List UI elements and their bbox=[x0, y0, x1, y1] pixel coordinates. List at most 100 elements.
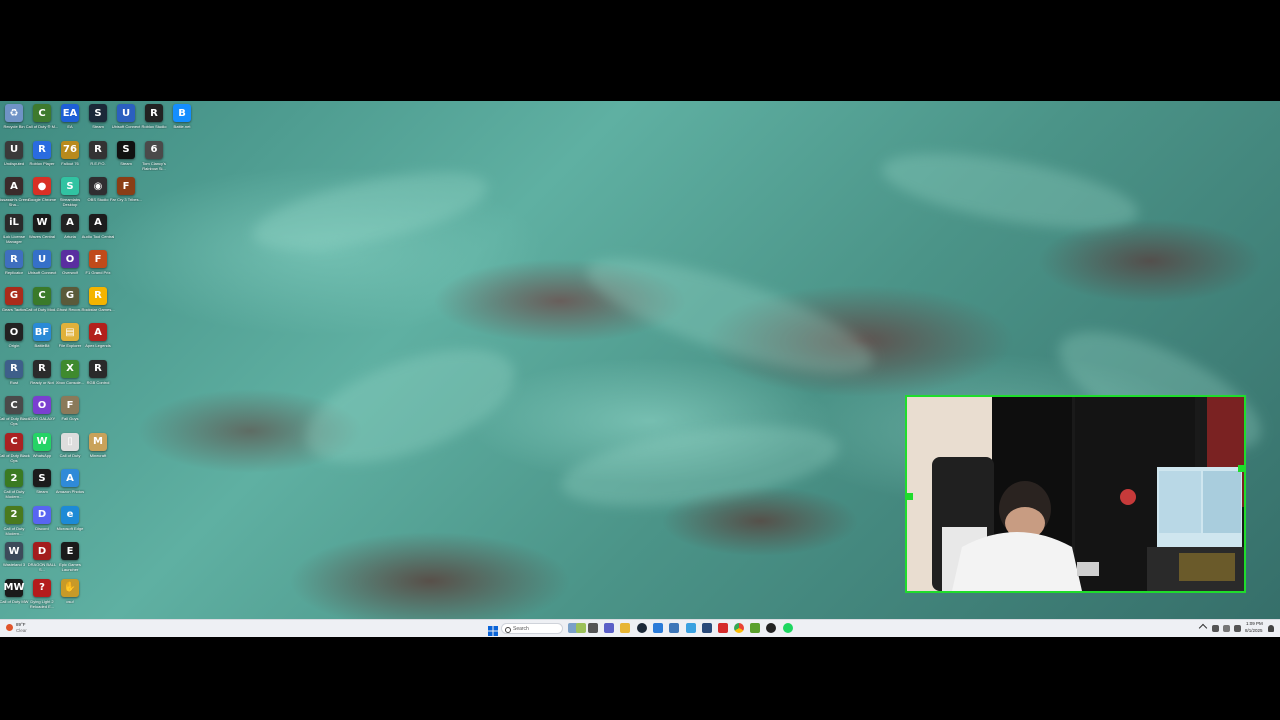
desktop-icon[interactable]: R Rust bbox=[0, 359, 28, 396]
steam-taskbar-icon[interactable] bbox=[637, 623, 647, 633]
desktop-icon[interactable]: S Steam bbox=[28, 469, 56, 505]
file-explorer-taskbar-icon[interactable] bbox=[588, 623, 598, 633]
desktop-icon[interactable]: E Epic Games Launcher bbox=[56, 542, 84, 578]
chrome-taskbar-icon[interactable] bbox=[734, 623, 744, 633]
desktop-icon[interactable]: A Arturia bbox=[56, 213, 84, 250]
desktop-icon[interactable]: ▤ File Explorer bbox=[56, 323, 84, 359]
desktop-icon[interactable]: D DRAGON BALL S... bbox=[28, 542, 56, 578]
desktop-icon[interactable]: F Far Cry 3 Tribes... bbox=[110, 177, 142, 213]
desktop-icon[interactable]: A Amazon Photos bbox=[56, 469, 84, 505]
desktop-icon[interactable]: BF BattleBit bbox=[28, 323, 56, 359]
weather-widget[interactable]: 89°F Clear bbox=[6, 622, 46, 635]
desktop-icon[interactable]: ✋ osu! bbox=[56, 578, 84, 615]
desktop-icon[interactable]: F F1 Grand Prix bbox=[84, 250, 112, 286]
desktop-icon[interactable]: iL iLok License Manager bbox=[0, 213, 28, 250]
desktop-icon[interactable]: ♻ Recycle Bin bbox=[0, 104, 28, 140]
desktop-icon[interactable]: U Ubisoft Connect bbox=[28, 250, 56, 286]
desktop-icon[interactable]: A Assassin's Creed Sha... bbox=[0, 177, 29, 213]
desktop-icon[interactable]: R Roblox Player bbox=[28, 140, 56, 177]
store-icon[interactable] bbox=[653, 623, 663, 633]
desktop-app-icon: R bbox=[5, 250, 23, 268]
notification-bell-icon[interactable] bbox=[1268, 625, 1274, 632]
desktop-icon[interactable]: A Audio Tool Central bbox=[81, 213, 115, 250]
desktop-icon[interactable]: ? Dying Light 2 Reloaded E... bbox=[28, 578, 56, 615]
desktop-icon[interactable]: ◉ OBS Studio bbox=[84, 177, 112, 213]
folder-icon[interactable] bbox=[620, 623, 630, 633]
spotify-icon[interactable] bbox=[783, 623, 793, 633]
weather-icon bbox=[6, 624, 13, 631]
start-button[interactable] bbox=[488, 623, 498, 636]
desktop-app-icon: S bbox=[61, 177, 79, 195]
red-app-icon[interactable] bbox=[718, 623, 728, 633]
resize-handle-right[interactable] bbox=[1238, 465, 1244, 472]
desktop-icon[interactable]: W WhatsApp bbox=[28, 432, 56, 469]
desktop-icon[interactable]: MW Call of Duty MW bbox=[0, 578, 28, 615]
desktop-icon[interactable]: D Discord bbox=[28, 505, 56, 542]
taskbar-search-box[interactable]: Search bbox=[501, 623, 563, 634]
webcam-overlay[interactable] bbox=[905, 395, 1246, 593]
desktop-icon[interactable]: C Call of Duty ® M... bbox=[26, 104, 58, 140]
desktop-icon[interactable]: ▯ Call of Duty bbox=[56, 432, 84, 469]
desktop-icon[interactable]: B Battle.net bbox=[168, 104, 196, 140]
desktop-app-icon: R bbox=[5, 359, 23, 378]
desktop-app-icon: W bbox=[33, 432, 51, 451]
desktop-icon[interactable]: 6 Tom Clancy's Rainbow Si... bbox=[140, 140, 168, 177]
top-letterbox bbox=[0, 0, 1280, 101]
desktop-icon[interactable]: M Minecraft bbox=[84, 432, 112, 469]
desktop-app-icon: C bbox=[33, 104, 51, 122]
clock-date[interactable]: 8/1/2025 bbox=[1245, 628, 1263, 633]
desktop-icon[interactable]: R RGB Control bbox=[84, 359, 112, 396]
desktop-icon[interactable]: 2 Call of Duty Modern... bbox=[0, 505, 28, 542]
desktop-icon[interactable]: S Steam bbox=[112, 140, 140, 177]
photos-icon[interactable] bbox=[686, 623, 696, 633]
desktop-app-icon: U bbox=[33, 250, 51, 268]
desktop-icon[interactable]: R Ready or Not bbox=[28, 359, 56, 396]
desktop-icon[interactable]: W Wasteland 3 bbox=[0, 542, 28, 578]
desktop-icon[interactable]: O Origin bbox=[0, 323, 28, 359]
volume-icon[interactable] bbox=[1234, 625, 1241, 632]
desktop-icon[interactable]: U Undisputed bbox=[0, 140, 28, 177]
teams-icon[interactable] bbox=[604, 623, 614, 633]
desktop-icon[interactable]: F Fall Guys bbox=[56, 396, 84, 432]
weather-desc: Clear bbox=[16, 628, 27, 633]
desktop-app-icon: R bbox=[33, 359, 51, 378]
desktop-icon[interactable]: ● Google Chrome bbox=[28, 177, 56, 213]
desktop-icon[interactable]: R R.E.P.O. bbox=[84, 140, 112, 177]
desktop-icon[interactable]: S Streamlabs Desktop bbox=[56, 177, 84, 213]
widgets-icon[interactable] bbox=[576, 623, 586, 633]
desktop-icon[interactable]: C Call of Duty Black Ops bbox=[0, 396, 30, 432]
desktop-icon[interactable]: 76 Fallout 76 bbox=[56, 140, 84, 177]
desktop-icon[interactable]: A Apex Legends bbox=[84, 323, 112, 359]
chevron-up-icon[interactable] bbox=[1198, 623, 1208, 633]
desktop-icon[interactable]: S Steam bbox=[84, 104, 112, 140]
desktop-icon[interactable]: O Overwolf bbox=[56, 250, 84, 286]
desktop-app-icon: F bbox=[89, 250, 107, 268]
steam-client-icon[interactable] bbox=[766, 623, 776, 633]
desktop-icon[interactable]: EA EA bbox=[56, 104, 84, 140]
calculator-icon[interactable] bbox=[669, 623, 679, 633]
desktop-icon[interactable]: 2 Call of Duty Modern... bbox=[0, 469, 28, 505]
network-icon[interactable] bbox=[1212, 625, 1219, 632]
desktop-icon[interactable]: C Call of Duty Mod... bbox=[26, 286, 58, 323]
desktop-icon[interactable]: R Replicator bbox=[0, 250, 28, 286]
battery-icon[interactable] bbox=[1223, 625, 1230, 632]
nvidia-icon[interactable] bbox=[750, 623, 760, 633]
desktop-icon[interactable]: G Gears Tactics bbox=[0, 286, 28, 323]
resize-handle-left[interactable] bbox=[907, 493, 913, 500]
desktop-icon[interactable]: e Microsoft Edge bbox=[56, 505, 84, 542]
desktop-icon[interactable]: R Rockstar Games... bbox=[81, 286, 115, 323]
desktop-icon-label: F1 Grand Prix bbox=[85, 270, 111, 275]
desktop-icon[interactable]: O GOG GALAXY bbox=[28, 396, 56, 432]
desktop-app-icon: R bbox=[89, 140, 107, 159]
clock-time[interactable]: 1:09 PM bbox=[1246, 621, 1263, 626]
mail-icon[interactable] bbox=[702, 623, 712, 633]
desktop-icon-label: Audio Tool Central bbox=[81, 233, 115, 239]
desktop-icon[interactable]: R Roblox Studio bbox=[140, 104, 168, 140]
desktop-icon[interactable]: C Call of Duty Black Ops bbox=[0, 432, 30, 469]
desktop-icon[interactable]: W Waves Central bbox=[28, 213, 56, 250]
desktop-icon[interactable]: X Xbox Console... bbox=[56, 359, 84, 396]
desktop-app-icon: W bbox=[5, 542, 23, 560]
desktop-icon[interactable]: G Ghost Recon... bbox=[56, 286, 84, 323]
desktop-icon[interactable]: U Ubisoft Connect bbox=[112, 104, 140, 140]
desktop-icon-label: Fall Guys bbox=[61, 416, 79, 421]
